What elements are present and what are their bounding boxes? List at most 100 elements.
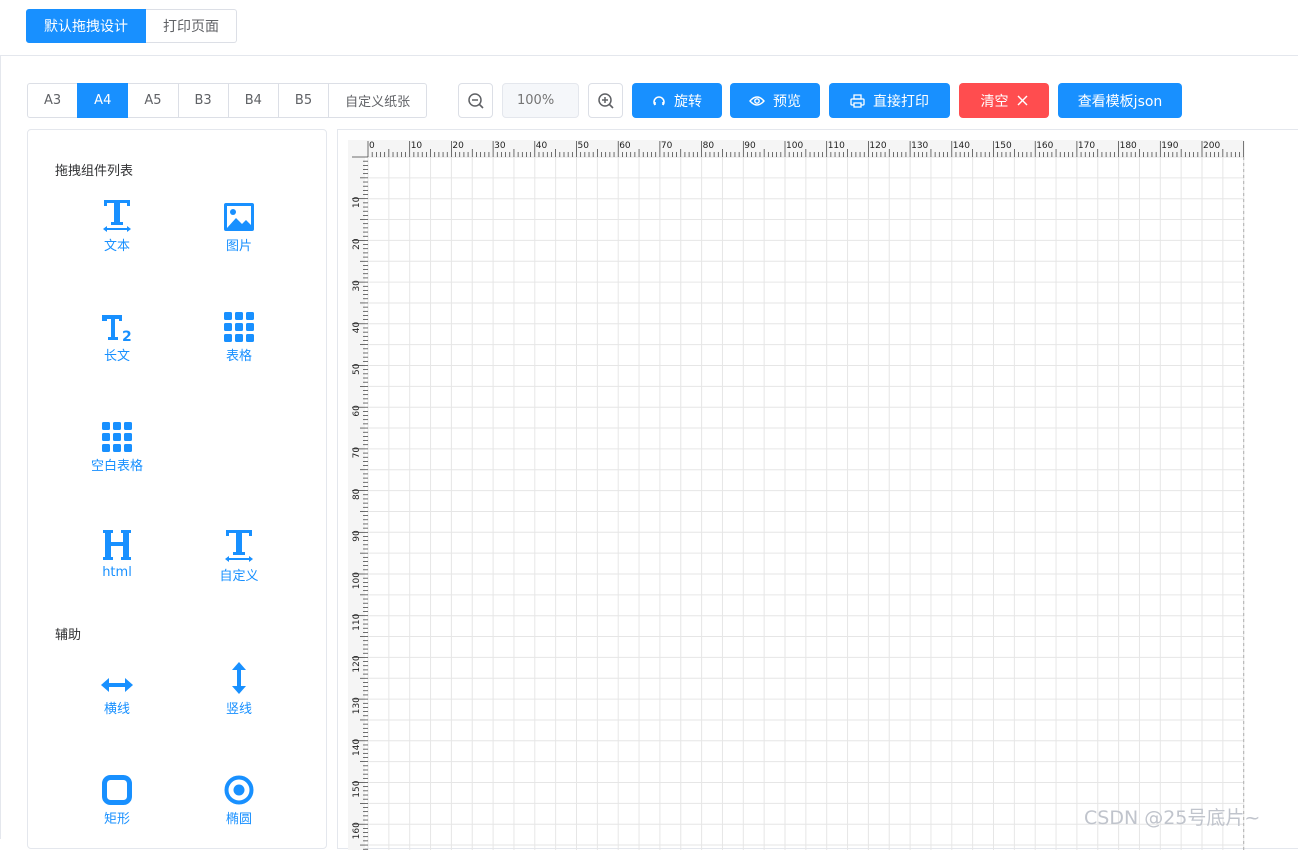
component-label: 长文 [103,349,130,364]
component-panel: 拖拽组件列表 文本 图片 2 长文 表格 空白表格 html 自定义 辅助 横线… [27,129,327,849]
clear-label: 清空 [980,93,1009,110]
ruler-top-label: 0 [369,141,375,151]
paper-b3-button[interactable]: B3 [177,83,229,118]
eye-icon [749,95,765,106]
watermark: CSDN @25号底片~ [1084,807,1261,829]
ruler-top-label: 160 [1036,141,1053,151]
paper-a3-button[interactable]: A3 [27,83,79,118]
ruler-left-label: 150 [352,780,362,797]
component-text[interactable]: 文本 [67,196,167,254]
table-icon [224,312,254,342]
printer-icon [850,93,865,108]
zoom-in-button[interactable] [588,83,623,118]
ruler-left-label: 40 [352,322,362,334]
ruler-left-label: 10 [352,196,362,208]
component-label: 自定义 [219,569,259,584]
svg-text:2: 2 [122,329,132,342]
ruler-left-label: 30 [352,280,362,292]
ruler-top-label: 130 [911,141,928,151]
tab-print-page[interactable]: 打印页面 [146,9,237,43]
direct-print-label: 直接打印 [873,93,929,110]
ruler-top-label: 70 [661,141,673,151]
ruler-top-label: 170 [1078,141,1095,151]
ruler-top-label: 140 [953,141,970,151]
paper-a5-button[interactable]: A5 [127,83,179,118]
component-ellipse[interactable]: 椭圆 [189,769,289,827]
ruler-left-label: 60 [352,405,362,417]
ruler-left-label: 120 [352,655,362,672]
custom-icon [225,530,253,562]
header-divider [0,55,1298,56]
clear-button[interactable]: 清空 [959,83,1049,118]
component-label: 横线 [103,702,130,717]
component-image[interactable]: 图片 [189,196,289,254]
grid-lines [367,156,1245,850]
ruler-left-label: 50 [352,363,362,375]
blank-table-icon [102,422,132,452]
rotate-icon [653,95,665,105]
component-blank-table[interactable]: 空白表格 [67,416,167,474]
zoom-input[interactable] [502,83,579,118]
ruler-top-label: 20 [452,141,464,151]
direct-print-button[interactable]: 直接打印 [829,83,950,118]
aux-title: 辅助 [55,628,82,643]
ruler-top-label: 90 [744,141,756,151]
component-label: html [102,565,132,580]
paper-grid[interactable]: 0 10 20 30 40 50 60 70 80 90 100 110 120 130 140 150 160… [338,130,1298,850]
ruler-left-label: 20 [352,238,362,250]
close-icon [1017,95,1027,106]
ellipse-icon [224,775,254,805]
component-vertical-line[interactable]: 竖线 [189,659,289,717]
vertical-line-icon [232,662,246,694]
ruler-left-label: 160 [352,822,362,839]
component-custom[interactable]: 自定义 [189,526,289,584]
text-icon [103,200,131,232]
mode-tabs: 默认拖拽设计 打印页面 [26,9,237,43]
ruler-top-label: 190 [1161,141,1178,151]
ruler-top-label: 40 [536,141,548,151]
component-label: 空白表格 [90,459,143,474]
ruler-left-label: 80 [352,488,362,500]
paper-a4-button[interactable]: A4 [77,83,129,118]
component-table[interactable]: 表格 [189,306,289,364]
long-text-icon: 2 [102,315,132,342]
component-html[interactable]: html [67,526,167,580]
ruler-top-label: 30 [494,141,506,151]
components-title: 拖拽组件列表 [55,164,134,179]
view-json-button[interactable]: 查看模板json [1058,83,1182,118]
paper-size-group: A3 A4 A5 B3 B4 B5 自定义纸张 [27,83,428,118]
zoom-out-button[interactable] [458,83,493,118]
ruler-top-label: 10 [411,141,423,151]
paper-b5-button[interactable]: B5 [277,83,330,118]
view-json-label: 查看模板json [1077,93,1163,110]
image-icon [224,203,254,231]
preview-label: 预览 [773,93,801,110]
ruler-top-label: 200 [1203,141,1220,151]
ruler-left-label: 90 [352,530,362,542]
content-left-border [0,56,1,839]
design-canvas[interactable]: 0 10 20 30 40 50 60 70 80 90 100 110 120 130 140 150 160… [337,129,1298,850]
rotate-button[interactable]: 旋转 [632,83,722,118]
ruler-top-label: 150 [995,141,1012,151]
ruler-top-label: 60 [619,141,631,151]
ruler-left-label: 70 [352,447,362,459]
paper-b4-button[interactable]: B4 [227,83,279,118]
tab-drag-design[interactable]: 默认拖拽设计 [26,9,146,43]
component-horizontal-line[interactable]: 横线 [67,659,167,717]
paper-custom-button[interactable]: 自定义纸张 [328,83,428,118]
component-label: 表格 [225,349,252,364]
component-long-text[interactable]: 2 长文 [67,306,167,364]
component-label: 图片 [225,239,252,254]
ruler-top-label: 110 [828,141,845,151]
component-label: 矩形 [103,812,130,827]
rotate-label: 旋转 [674,93,702,110]
zoom-in-icon [597,92,614,109]
preview-button[interactable]: 预览 [730,83,820,118]
ruler-top-label: 50 [578,141,590,151]
component-rect[interactable]: 矩形 [67,769,167,827]
ruler-top-label: 80 [703,141,715,151]
zoom-out-icon [467,92,484,109]
horizontal-line-icon [101,678,133,692]
component-label: 文本 [103,239,130,254]
ruler-top-label: 120 [869,141,886,151]
